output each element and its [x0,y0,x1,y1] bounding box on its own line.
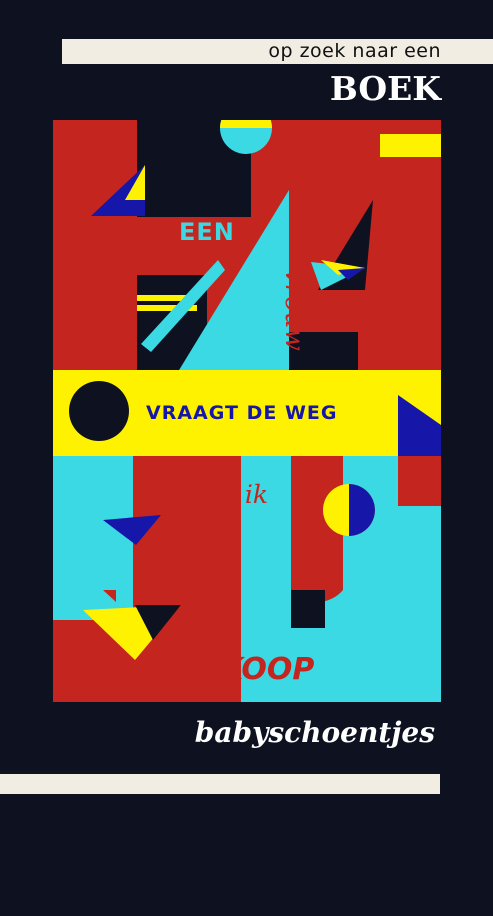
word-en-ik: en ik [206,480,268,509]
poster-artwork: EEN vrouw VRAAGT DE WEG en ik KOOP [53,120,441,702]
bottom-cream-bar [0,774,440,794]
black-circle [69,381,129,441]
header-subtitle: op zoek naar een [268,40,441,62]
word-vraagt-de-weg: VRAAGT DE WEG [146,402,338,424]
header-title: BOEK [329,69,441,108]
word-koop: KOOP [220,652,315,687]
yellow-bar-top [380,134,441,157]
word-vrouw: vrouw [278,269,309,351]
footer-text: babyschoentjes [194,716,435,749]
word-een: EEN [179,218,235,246]
